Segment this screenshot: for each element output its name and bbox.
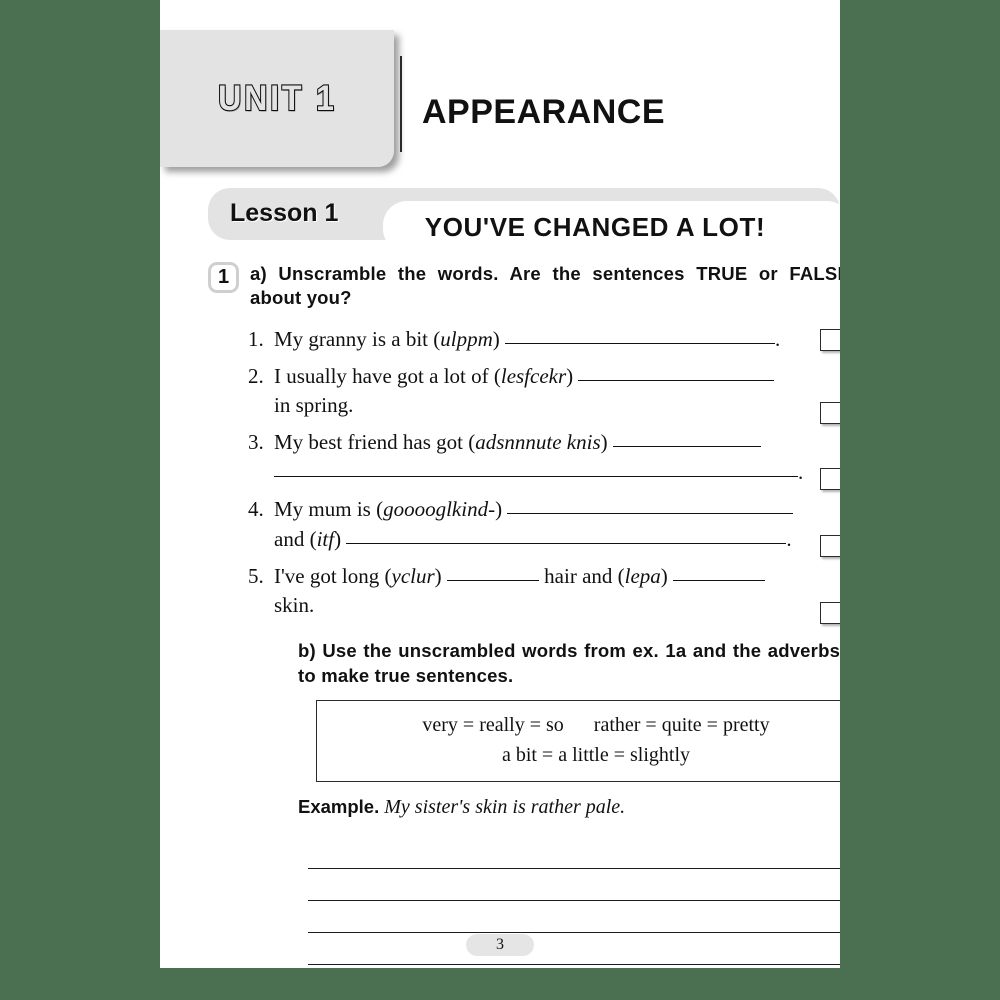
sentence-text-part: hair and ( [538,563,625,588]
example-line: Example. My sister's skin is rather pale… [298,796,840,819]
lesson-bar: Lesson 1 YOU'VE CHANGED A LOT! [208,188,840,253]
sentence-text-part: My granny is a bit ( [274,326,441,351]
sentence-text-part: ) [492,326,505,351]
writing-line[interactable] [308,933,840,965]
sentence-text-part: ) [434,563,447,588]
lesson-title: YOU'VE CHANGED A LOT! [424,211,766,242]
sentence-text-part: in spring. [274,393,354,418]
scrambled-word: yclur [391,563,435,588]
sentence-row: 2. I usually have got a lot of (lesfcekr)… [248,362,840,424]
scrambled-word: gooooglkind- [383,496,496,521]
sentence-text-part: ) [660,563,674,588]
sentence-number: 2. [248,363,264,388]
sentence-text-part: ) [495,496,508,521]
true-false-checkbox[interactable] [820,328,840,351]
sentence-text: My best friend has got (adsnnnute knis) … [274,428,840,488]
true-false-checkbox[interactable] [820,468,840,491]
unit-tab: UNIT 1 [160,30,394,167]
unit-label: UNIT 1 [217,77,337,118]
sentence-text-part: skin. [274,593,315,618]
answer-writing-lines[interactable] [308,837,840,968]
page-number-pill: 3 [466,934,534,956]
sentence-text-part: . [798,460,804,485]
sentence-number: 4. [248,496,264,521]
lesson-label: Lesson 1 [230,199,339,227]
sentence-number: 3. [248,430,264,455]
answer-blank[interactable] [346,529,787,544]
unit-header: UNIT 1 APPEARANCE [160,0,840,168]
sentence-text-part: I usually have got a lot of ( [274,363,501,388]
true-false-checkbox[interactable] [820,534,840,557]
sentence-row: 4. My mum is (gooooglkind-) and (itf) . [248,495,840,557]
scrambled-word: lepa [624,563,661,588]
workbook-page-sheet: UNIT 1 APPEARANCE Lesson 1 YOU'VE CHANGE… [160,0,840,968]
sentence-text-part: ) [566,363,579,388]
exercise-number-badge: 1 [208,262,239,293]
exercise-number-label: 1 [217,266,230,288]
scrambled-word: itf [316,526,335,551]
sentence-text: I usually have got a lot of (lesfcekr) i… [274,362,840,422]
answer-blank[interactable] [578,366,775,381]
answer-blank[interactable] [612,432,761,448]
sentence-text: My granny is a bit (ulppm) . [274,325,840,355]
exercise-1a-instruction: a) Unscramble the words. Are the sentenc… [250,263,840,309]
true-false-checkbox[interactable] [820,401,840,424]
sentence-text-part: My best friend has got ( [274,430,476,455]
sentence-row: 3. My best friend has got (adsnnnute knis… [248,428,840,491]
adverb-line-1: very = really = so rather = quite = pret… [422,713,770,736]
scrambled-word: lesfcekr [500,363,567,388]
answer-blank[interactable] [446,566,539,581]
answer-blank[interactable] [504,329,775,344]
adverb-line-2: a bit = a little = slightly [501,743,691,766]
lesson-title-plate: YOU'VE CHANGED A LOT! [383,201,840,253]
page-number-label: 3 [496,936,504,953]
writing-line[interactable] [308,869,840,901]
unit-divider-line [400,56,402,152]
sentence-row: 5. I've got long (yclur) hair and (lepa) … [248,562,840,624]
sentence-text: My mum is (gooooglkind-) and (itf) . [274,495,840,555]
sentence-row: 1. My granny is a bit (ulppm) . [248,325,840,355]
answer-blank[interactable] [507,499,794,514]
example-sentence: My sister's skin is rather pale. [384,795,626,818]
example-label: Example. [298,795,380,817]
sentence-text-part: . [774,326,781,351]
answer-blank[interactable] [673,566,766,581]
writing-line[interactable] [308,837,840,869]
sentence-text-part: ) [334,526,347,551]
sentence-text-part: and ( [274,526,317,551]
exercise-1-block: 1 a) Unscramble the words. Are the sente… [160,262,840,968]
exercise-1b-instruction: b) Use the unscrambled words from ex. 1a… [298,640,840,686]
true-false-checkbox[interactable] [820,601,840,624]
sentence-number: 1. [248,326,264,351]
unit-title: APPEARANCE [422,93,666,131]
sentence-list: 1. My granny is a bit (ulppm) . 2. I usuall… [208,325,840,624]
scrambled-word: adsnnnute knis [475,430,601,455]
adverb-reference-box: very = really = so rather = quite = pret… [316,699,840,782]
writing-line[interactable] [308,901,840,933]
answer-blank[interactable] [274,462,798,478]
sentence-text-part: ) [600,430,613,455]
scrambled-word: ulppm [440,326,493,351]
sentence-number: 5. [248,563,264,588]
sentence-text: I've got long (yclur) hair and (lepa) sk… [274,562,840,622]
sentence-text-part: My mum is ( [274,496,384,521]
writing-line[interactable] [308,965,840,968]
sentence-text-part: . [786,526,792,551]
sentence-text-part: I've got long ( [274,563,392,588]
